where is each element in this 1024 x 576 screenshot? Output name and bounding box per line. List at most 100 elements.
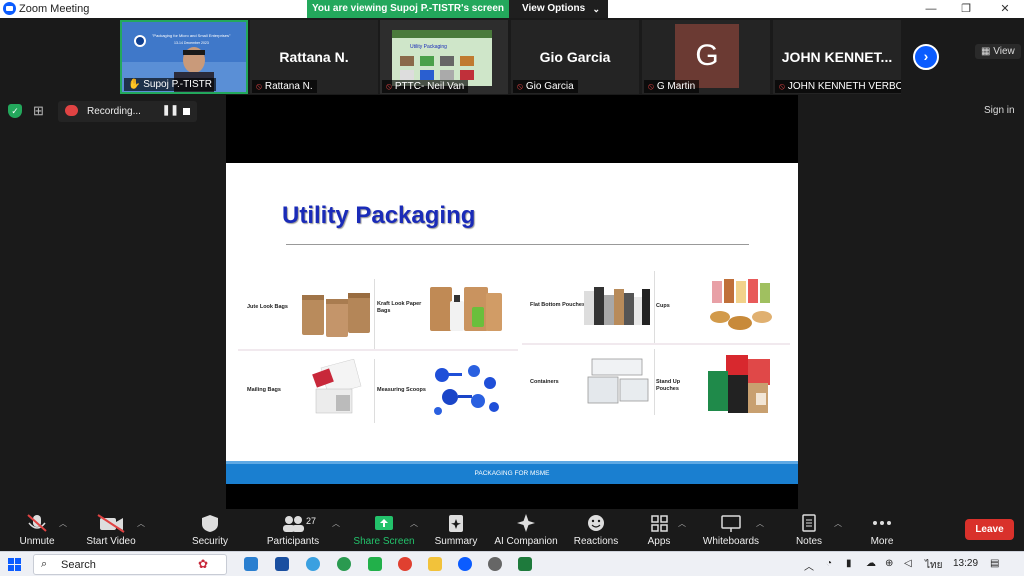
video-options-caret[interactable]: ︿	[137, 518, 145, 529]
network-globe-icon[interactable]: ⊕	[885, 558, 893, 569]
screen-share-banner: You are viewing Supoj P.-TISTR's screen	[307, 0, 509, 18]
participant-big-name: JOHN KENNET...	[781, 49, 893, 65]
video-off-icon	[97, 514, 125, 533]
file-explorer-icon[interactable]	[428, 557, 442, 571]
participant-tile[interactable]: G ⦸ G Martin	[642, 20, 770, 94]
participant-name-label: ⦸ PTTC- Neil Van	[382, 80, 469, 93]
input-language[interactable]: ไทย	[925, 558, 942, 573]
meeting-toolbar: Unmute ︿ Start Video ︿ Security 27 Parti…	[0, 509, 1024, 551]
ai-companion-label: AI Companion	[494, 536, 558, 547]
mail-app-icon[interactable]	[244, 557, 258, 571]
volume-icon[interactable]: ◁	[904, 558, 912, 569]
participant-count: 27	[306, 516, 317, 526]
mic-muted-icon: ⦸	[386, 81, 392, 91]
notes-icon	[802, 514, 816, 532]
window-title: Zoom Meeting	[19, 3, 90, 15]
apps-options-caret[interactable]: ︿	[678, 518, 686, 529]
edge-app-icon[interactable]	[306, 557, 320, 571]
ai-companion-button[interactable]: AI Companion	[492, 509, 560, 551]
window-titlebar: Zoom Meeting You are viewing Supoj P.-TI…	[0, 0, 1024, 18]
close-button[interactable]: ✕	[990, 2, 1020, 16]
view-layout-button[interactable]: ▦ View	[975, 44, 1021, 59]
notes-label: Notes	[795, 536, 823, 547]
participant-tile[interactable]: JOHN KENNET... ⦸ JOHN KENNETH VERBO	[773, 20, 901, 94]
recording-label: Recording...	[87, 106, 141, 117]
minimize-button[interactable]: —	[916, 2, 946, 16]
participant-strip: "Packaging for Micro and Small Enterpris…	[0, 18, 1024, 95]
onedrive-cloud-icon[interactable]: ☁	[866, 558, 876, 569]
notes-options-caret[interactable]: ︿	[834, 518, 842, 529]
audio-options-caret[interactable]: ︿	[59, 518, 67, 529]
zoom-app-icon[interactable]	[458, 557, 472, 571]
sign-in-link[interactable]: Sign in	[984, 105, 1015, 116]
restore-button[interactable]: ❐	[951, 2, 981, 16]
participants-options-caret[interactable]: ︿	[332, 518, 340, 529]
participant-tile[interactable]: Utility Packaging ⦸ PTTC- Neil Van	[380, 20, 508, 94]
participant-big-name: Gio Garcia	[539, 49, 611, 65]
stop-recording-button[interactable]	[183, 108, 190, 115]
reactions-button[interactable]: Reactions	[570, 509, 622, 551]
windows-taskbar: ⌕ Search ✿ ︿ ◔ ▮ ☁ ⊕ ◁ ไทย 13:29 ▤	[0, 551, 1024, 576]
share-options-caret[interactable]: ︿	[410, 518, 418, 529]
security-shield-icon	[202, 515, 218, 532]
start-video-label: Start Video	[86, 536, 136, 547]
svg-text:13-14 December 2023: 13-14 December 2023	[174, 41, 209, 45]
settings-gear-icon[interactable]	[488, 557, 502, 571]
security-button[interactable]: Security	[184, 509, 236, 551]
notifications-icon[interactable]: ▤	[990, 558, 999, 569]
grid-divider	[374, 359, 375, 423]
more-label: More	[870, 536, 894, 547]
grid-divider	[238, 349, 518, 351]
whiteboards-button[interactable]: Whiteboards	[700, 509, 762, 551]
next-participants-button[interactable]: ›	[913, 44, 939, 70]
whiteboard-icon	[721, 515, 741, 532]
mic-muted-icon: ⦸	[256, 81, 262, 91]
participant-name-label: ⦸ Rattana N.	[252, 80, 317, 93]
participants-button[interactable]: 27 Participants	[262, 509, 324, 551]
cups-image	[710, 279, 772, 330]
summary-icon	[449, 515, 463, 532]
participant-tile[interactable]: Rattana N. ⦸ Rattana N.	[250, 20, 378, 94]
apps-button[interactable]: Apps	[638, 509, 680, 551]
view-grid-icon: ▦	[981, 46, 994, 57]
excel-app-icon[interactable]	[518, 557, 532, 571]
share-screen-label: Share Screen	[353, 536, 415, 547]
participant-name-label: ⦸ G Martin	[644, 80, 700, 93]
shared-screen: Utility Packaging Jute Look Bags Kraft L…	[226, 95, 798, 509]
presentation-slide: Utility Packaging Jute Look Bags Kraft L…	[226, 163, 798, 484]
meet-now-icon[interactable]: ◔	[826, 558, 832, 569]
line-app-icon[interactable]	[368, 557, 382, 571]
taskbar-search[interactable]: ⌕ Search ✿	[33, 554, 227, 575]
share-screen-button[interactable]: Share Screen	[352, 509, 416, 551]
encryption-shield-icon[interactable]: ✓	[8, 104, 22, 118]
gallery-grid-icon[interactable]: ⊞	[33, 104, 47, 118]
participants-label: Participants	[266, 536, 320, 547]
view-options-button[interactable]: View Options ⌄	[509, 0, 608, 18]
clock-time[interactable]: 13:29	[953, 558, 978, 569]
store-app-icon[interactable]	[275, 557, 289, 571]
summary-button[interactable]: Summary	[430, 509, 482, 551]
apps-label: Apps	[647, 536, 671, 547]
start-video-button[interactable]: Start Video	[80, 509, 142, 551]
participant-tile[interactable]: Gio Garcia ⦸ Gio Garcia	[511, 20, 639, 94]
whiteboards-options-caret[interactable]: ︿	[756, 518, 764, 529]
battery-icon[interactable]: ▮	[846, 558, 852, 569]
windows-start-icon[interactable]	[8, 558, 21, 571]
avatar: G	[675, 24, 739, 88]
participant-tile[interactable]: "Packaging for Micro and Small Enterpris…	[120, 20, 248, 94]
pause-recording-button[interactable]: ❚❚	[162, 105, 179, 116]
leave-button[interactable]: Leave	[965, 519, 1014, 540]
chevron-right-icon: ›	[923, 48, 929, 64]
edge-dev-app-icon[interactable]	[337, 557, 351, 571]
whiteboards-label: Whiteboards	[702, 536, 760, 547]
summary-label: Summary	[434, 536, 478, 547]
more-button[interactable]: More	[862, 509, 902, 551]
pin-icon: ✋	[128, 79, 144, 90]
reactions-label: Reactions	[573, 536, 619, 547]
notes-button[interactable]: Notes	[788, 509, 830, 551]
tray-chevron-icon[interactable]: ︿	[804, 558, 814, 573]
containers-image	[587, 358, 649, 404]
chrome-app-icon[interactable]	[398, 557, 412, 571]
unmute-button[interactable]: Unmute	[12, 509, 62, 551]
participant-name-label: ✋ Supoj P.-TISTR	[124, 78, 216, 91]
